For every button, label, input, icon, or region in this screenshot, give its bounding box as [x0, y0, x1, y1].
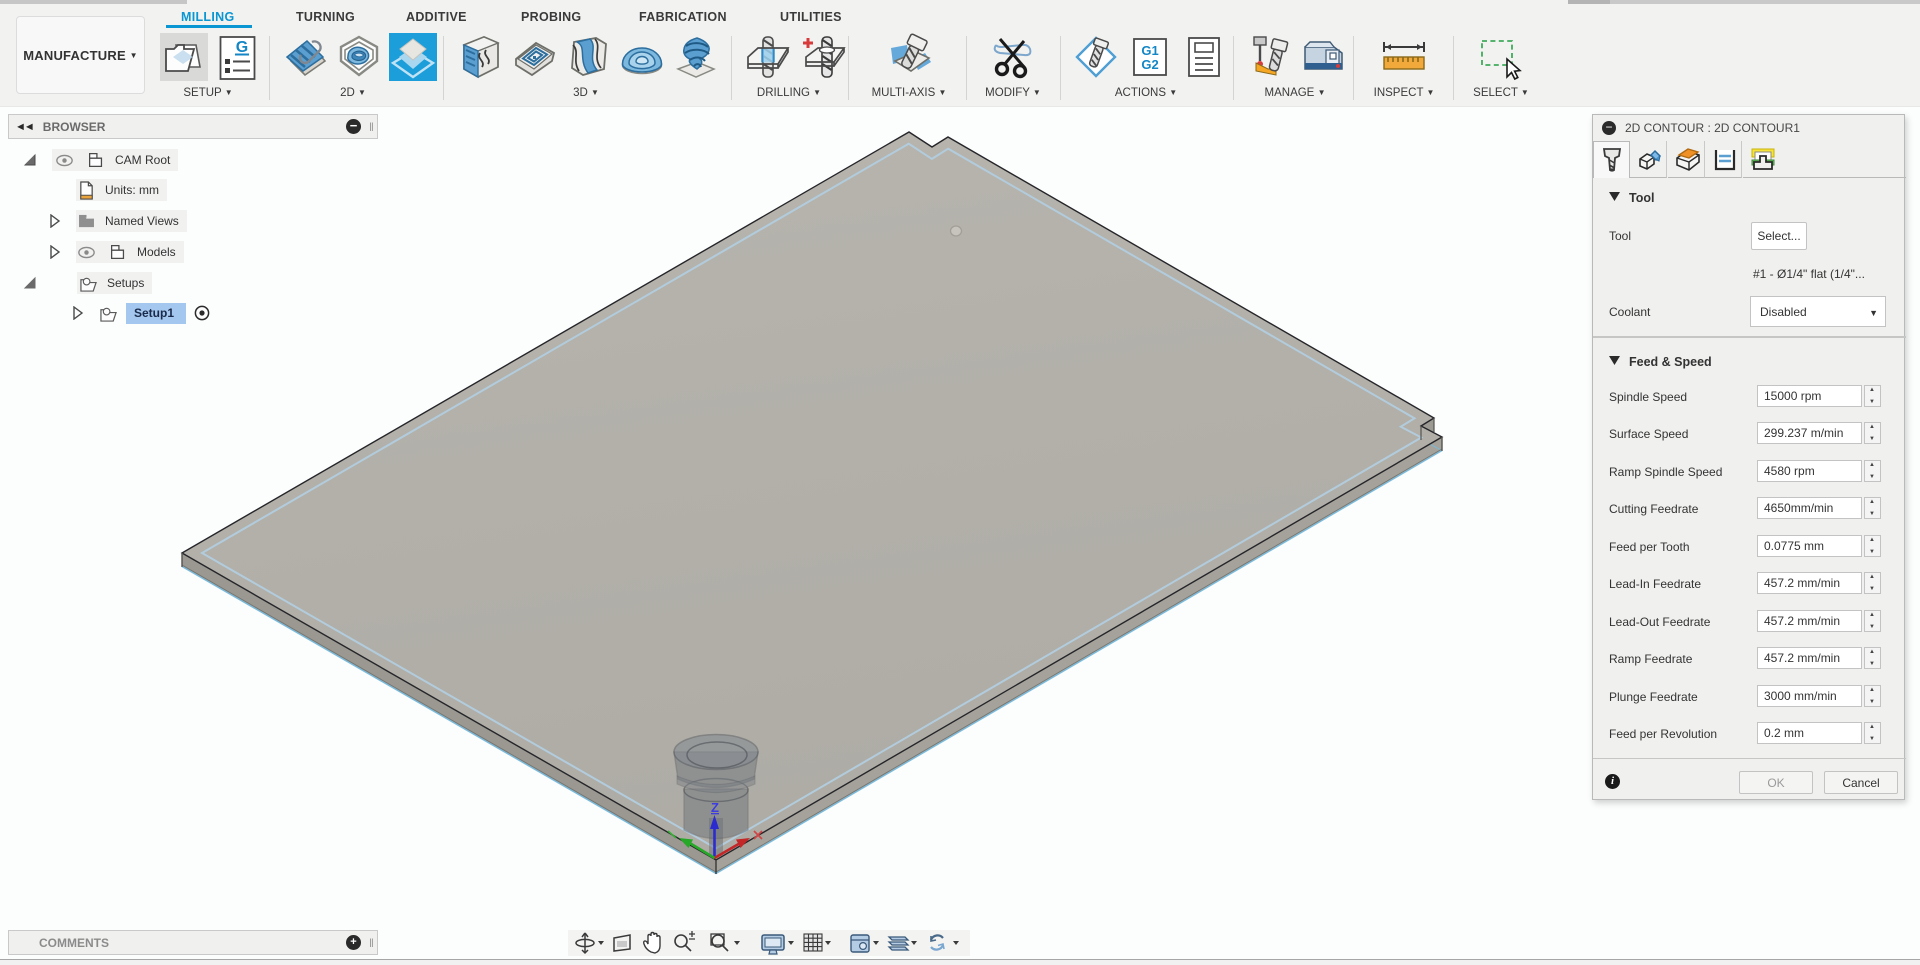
svg-text:G2: G2 — [1141, 57, 1158, 72]
svg-text:G1: G1 — [1141, 43, 1158, 58]
svg-text:G: G — [236, 39, 248, 56]
svg-text:Z: Z — [711, 800, 719, 815]
